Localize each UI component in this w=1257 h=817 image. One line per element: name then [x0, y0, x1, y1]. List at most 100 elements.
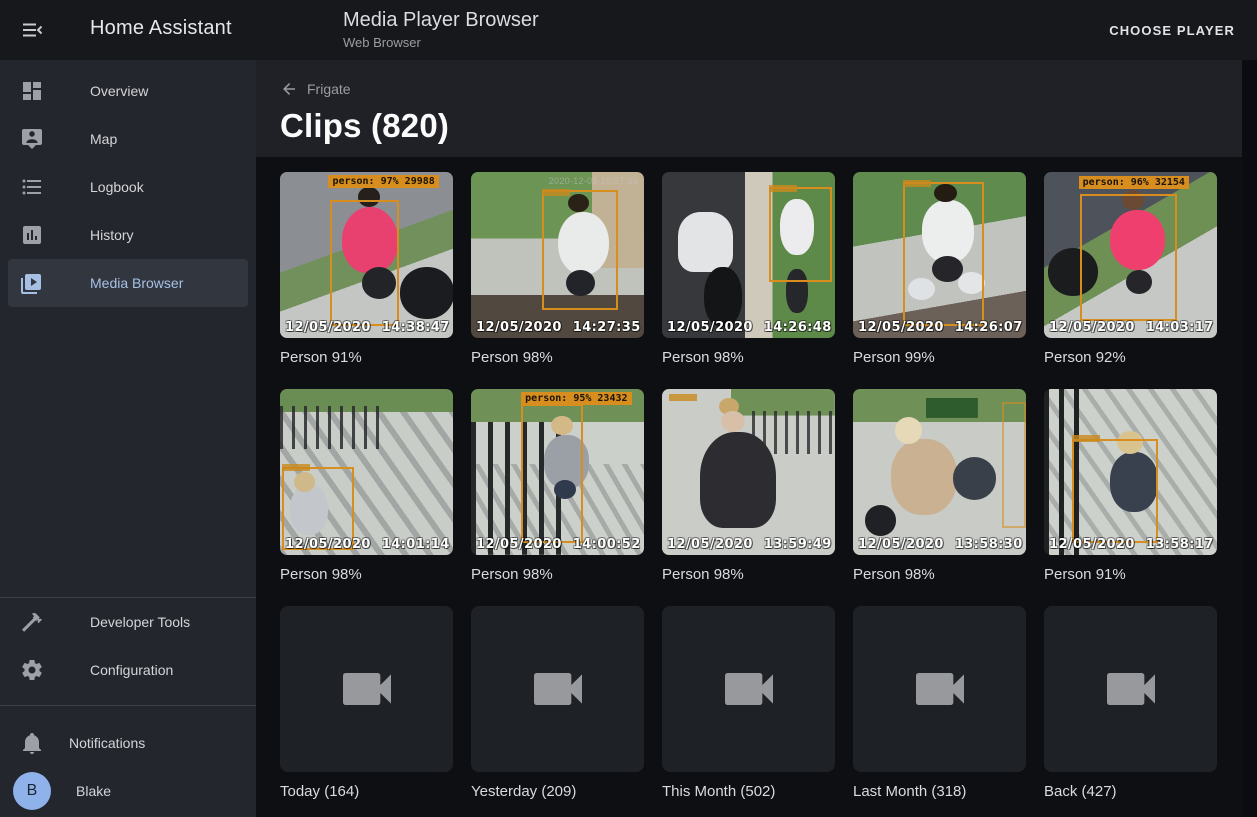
sidebar-item-label: Media Browser — [90, 275, 183, 291]
clip-card[interactable]: 12/05/2020 14:26:48 Person 98% — [662, 172, 835, 366]
page-title: Clips (820) — [280, 107, 1233, 145]
clip-card[interactable]: 12/05/2020 13:59:49 Person 98% — [662, 389, 835, 583]
media-player-browser-subtitle: Web Browser — [343, 35, 539, 50]
sidebar-item-map[interactable]: Map — [8, 115, 248, 163]
clip-card[interactable]: 12/05/2020 14:26:07 Person 99% — [853, 172, 1026, 366]
view-dashboard-icon — [20, 79, 44, 103]
media-browser-content: Frigate Clips (820) person: 97% 29988 12… — [256, 60, 1257, 817]
sidebar-item-label: Configuration — [90, 662, 173, 678]
breadcrumb-label: Frigate — [307, 81, 351, 97]
sidebar-item-developer-tools[interactable]: Developer Tools — [8, 598, 248, 646]
clip-label: Person 98% — [853, 566, 1026, 583]
profile-name: Blake — [76, 783, 111, 799]
clip-timestamp: 12/05/2020 14:38:47 — [285, 320, 450, 335]
video-camera-icon — [908, 657, 972, 721]
detection-bbox — [542, 190, 618, 310]
clip-thumbnail: 12/05/2020 14:26:07 — [853, 172, 1026, 338]
content-header: Frigate Clips (820) — [256, 60, 1257, 157]
folder-thumbnail — [1044, 606, 1217, 772]
clip-label: Person 98% — [280, 566, 453, 583]
clip-timestamp: 12/05/2020 14:26:07 — [858, 320, 1023, 335]
sidebar-item-media-browser[interactable]: Media Browser — [8, 259, 248, 307]
notifications-label: Notifications — [69, 735, 145, 751]
clip-thumbnail: person: 95% 23432 12/05/2020 14:00:52 — [471, 389, 644, 555]
clip-card[interactable]: 12/05/2020 14:01:14 Person 98% — [280, 389, 453, 583]
folder-thumbnail — [471, 606, 644, 772]
folder-label: Today (164) — [280, 783, 453, 800]
sidebar-item-profile[interactable]: B Blake — [0, 767, 256, 815]
clip-card[interactable]: 12/05/2020 13:58:17 Person 91% — [1044, 389, 1217, 583]
clip-card[interactable]: 12/05/2020 13:58:30 Person 98% — [853, 389, 1026, 583]
clip-timestamp: 12/05/2020 14:27:35 — [476, 320, 641, 335]
chart-box-icon — [20, 223, 44, 247]
bell-icon — [20, 731, 44, 755]
video-camera-icon — [717, 657, 781, 721]
detection-bbox — [330, 200, 399, 326]
folder-label: Back (427) — [1044, 783, 1217, 800]
clip-card[interactable]: person: 95% 23432 12/05/2020 14:00:52 Pe… — [471, 389, 644, 583]
folder-label: This Month (502) — [662, 783, 835, 800]
clip-card[interactable]: person: 97% 29988 12/05/2020 14:38:47 Pe… — [280, 172, 453, 366]
choose-player-button[interactable]: CHOOSE PLAYER — [1099, 0, 1245, 60]
sidebar-item-overview[interactable]: Overview — [8, 67, 248, 115]
sidebar-item-label: Map — [90, 131, 117, 147]
clip-card[interactable]: 2020-12-05 16:27:35 12/05/2020 14:27:35 … — [471, 172, 644, 366]
scrollbar[interactable] — [1242, 60, 1257, 817]
clip-label: Person 98% — [662, 566, 835, 583]
sidebar-item-configuration[interactable]: Configuration — [8, 646, 248, 694]
breadcrumb-back-frigate[interactable]: Frigate — [280, 80, 351, 98]
detection-label: person: 95% 23432 — [521, 392, 631, 405]
clip-timestamp: 12/05/2020 14:03:17 — [1049, 320, 1214, 335]
clip-thumbnail: 12/05/2020 13:59:49 — [662, 389, 835, 555]
detection-mini-label — [282, 464, 310, 471]
detection-bbox — [521, 404, 583, 543]
clip-timestamp: 12/05/2020 14:00:52 — [476, 537, 641, 552]
clip-label: Person 98% — [471, 566, 644, 583]
sidebar: Overview Map Logbook History Media Brows… — [0, 60, 256, 817]
app-bar: Home Assistant Media Player Browser Web … — [0, 0, 1257, 60]
clip-thumbnail: 12/05/2020 13:58:30 — [853, 389, 1026, 555]
video-camera-icon — [526, 657, 590, 721]
clip-timestamp: 12/05/2020 14:26:48 — [667, 320, 832, 335]
sidebar-item-label: Overview — [90, 83, 148, 99]
sidebar-item-label: Developer Tools — [90, 614, 190, 630]
folder-label: Last Month (318) — [853, 783, 1026, 800]
folder-card-yesterday[interactable]: Yesterday (209) — [471, 606, 644, 800]
detection-mini-label — [669, 394, 697, 401]
folder-card-this-month[interactable]: This Month (502) — [662, 606, 835, 800]
sidebar-nav: Overview Map Logbook History Media Brows… — [0, 60, 256, 307]
video-camera-icon — [1099, 657, 1163, 721]
detection-mini-label — [542, 189, 570, 196]
clip-timestamp: 12/05/2020 13:58:17 — [1049, 537, 1214, 552]
folder-thumbnail — [280, 606, 453, 772]
detection-bbox — [1072, 439, 1159, 544]
play-box-multiple-icon — [20, 271, 44, 295]
app-title: Home Assistant — [90, 17, 232, 40]
sidebar-bottom: Developer Tools Configuration Notificati… — [0, 597, 256, 815]
clip-thumbnail: person: 97% 29988 12/05/2020 14:38:47 — [280, 172, 453, 338]
sidebar-item-label: Logbook — [90, 179, 144, 195]
clip-label: Person 99% — [853, 349, 1026, 366]
sidebar-item-notifications[interactable]: Notifications — [0, 719, 256, 767]
detection-bbox — [1002, 402, 1026, 528]
sidebar-item-logbook[interactable]: Logbook — [8, 163, 248, 211]
page-title-block: Media Player Browser Web Browser — [343, 9, 539, 50]
sidebar-toggle-icon[interactable] — [20, 18, 44, 42]
sidebar-item-history[interactable]: History — [8, 211, 248, 259]
clip-label: Person 91% — [280, 349, 453, 366]
clip-card[interactable]: person: 96% 32154 12/05/2020 14:03:17 Pe… — [1044, 172, 1217, 366]
clip-label: Person 98% — [662, 349, 835, 366]
map-account-icon — [20, 127, 44, 151]
clip-label: Person 92% — [1044, 349, 1217, 366]
detection-mini-label — [903, 180, 931, 187]
clip-timestamp: 12/05/2020 14:01:14 — [285, 537, 450, 552]
detection-mini-label — [1072, 435, 1100, 442]
folder-card-last-month[interactable]: Last Month (318) — [853, 606, 1026, 800]
arrow-left-icon — [280, 80, 298, 98]
folder-card-back[interactable]: Back (427) — [1044, 606, 1217, 800]
folder-card-today[interactable]: Today (164) — [280, 606, 453, 800]
clip-label: Person 98% — [471, 349, 644, 366]
list-bulleted-icon — [20, 175, 44, 199]
clip-label: Person 91% — [1044, 566, 1217, 583]
clip-thumbnail: 12/05/2020 13:58:17 — [1044, 389, 1217, 555]
